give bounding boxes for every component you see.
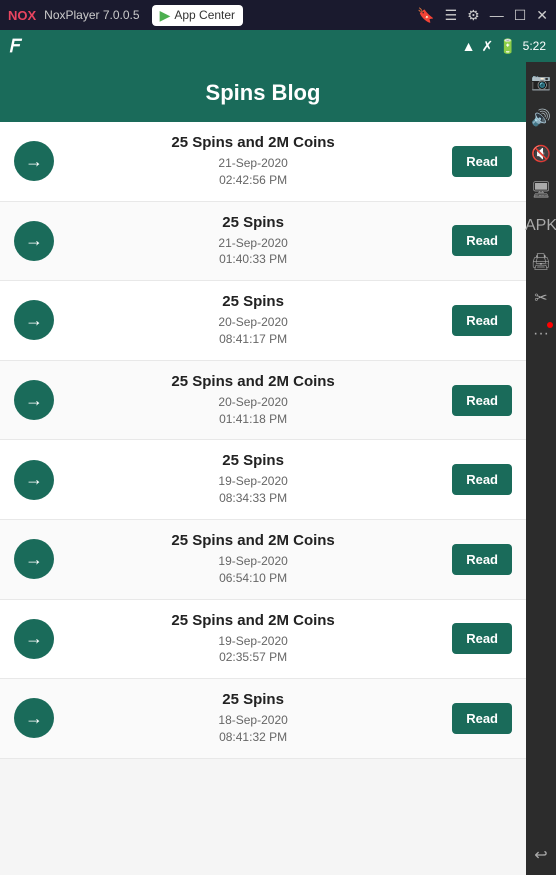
close-button[interactable]: ✕ <box>536 7 548 24</box>
arrow-right-icon: → <box>25 151 43 172</box>
blog-item-date: 19-Sep-202002:35:57 PM <box>68 633 438 667</box>
blog-item-date: 18-Sep-202008:41:32 PM <box>68 712 438 746</box>
blog-list: → 25 Spins and 2M Coins 21-Sep-202002:42… <box>0 122 526 759</box>
back-icon[interactable]: ↩ <box>529 843 553 867</box>
app-center-label: App Center <box>174 8 235 22</box>
blog-item-title: 25 Spins and 2M Coins <box>68 134 438 151</box>
read-button[interactable]: Read <box>452 544 512 575</box>
status-bar-left: 𝐹 <box>10 36 21 57</box>
arrow-right-icon: → <box>25 390 43 411</box>
apk-icon[interactable]: APK <box>529 214 553 238</box>
sim-icon: ✗ <box>481 38 493 55</box>
arrow-circle-button[interactable]: → <box>14 539 54 579</box>
arrow-right-icon: → <box>25 708 43 729</box>
maximize-button[interactable]: ☐ <box>514 7 527 24</box>
blog-item-title: 25 Spins <box>68 452 438 469</box>
arrow-right-icon: → <box>25 628 43 649</box>
volume-mute-icon[interactable]: 🔇 <box>529 142 553 166</box>
blog-item-date: 19-Sep-202006:54:10 PM <box>68 553 438 587</box>
status-bar: 𝐹 ▲ ✗ 🔋 5:22 <box>0 30 556 62</box>
blog-item-title: 25 Spins and 2M Coins <box>68 373 438 390</box>
blog-header: Spins Blog <box>0 62 526 122</box>
blog-item-date: 21-Sep-202001:40:33 PM <box>68 235 438 269</box>
sidebar-bottom: ↩ <box>529 843 553 867</box>
blog-list-item: → 25 Spins 19-Sep-202008:34:33 PM Read <box>0 440 526 520</box>
play-store-icon: ▶ <box>160 7 171 24</box>
read-button[interactable]: Read <box>452 703 512 734</box>
blog-item-date: 21-Sep-202002:42:56 PM <box>68 155 438 189</box>
volume-up-icon[interactable]: 🔊 <box>529 106 553 130</box>
settings-icon[interactable]: ⚙ <box>467 7 480 24</box>
time-display: 5:22 <box>523 39 546 53</box>
arrow-circle-button[interactable]: → <box>14 698 54 738</box>
arrow-circle-button[interactable]: → <box>14 141 54 181</box>
blog-item-date: 19-Sep-202008:34:33 PM <box>68 473 438 507</box>
minimize-button[interactable]: — <box>490 7 504 23</box>
app-center-button[interactable]: ▶ App Center <box>152 5 243 26</box>
blog-item-info: 25 Spins and 2M Coins 19-Sep-202006:54:1… <box>68 532 438 587</box>
display-icon[interactable]: 🖥 <box>529 178 553 202</box>
blog-list-item: → 25 Spins and 2M Coins 21-Sep-202002:42… <box>0 122 526 202</box>
blog-item-date: 20-Sep-202001:41:18 PM <box>68 394 438 428</box>
blog-item-info: 25 Spins and 2M Coins 21-Sep-202002:42:5… <box>68 134 438 189</box>
blog-item-info: 25 Spins and 2M Coins 20-Sep-202001:41:1… <box>68 373 438 428</box>
blog-item-info: 25 Spins 19-Sep-202008:34:33 PM <box>68 452 438 507</box>
print-icon[interactable]: 🖨 <box>529 250 553 274</box>
blog-list-item: → 25 Spins 21-Sep-202001:40:33 PM Read <box>0 202 526 282</box>
app-name-label: NoxPlayer 7.0.0.5 <box>44 8 139 22</box>
read-button[interactable]: Read <box>452 305 512 336</box>
scissors-icon[interactable]: ✂ <box>529 286 553 310</box>
blog-item-title: 25 Spins <box>68 214 438 231</box>
arrow-circle-button[interactable]: → <box>14 300 54 340</box>
blog-item-info: 25 Spins 20-Sep-202008:41:17 PM <box>68 293 438 348</box>
screenshot-icon[interactable]: 📷 <box>529 70 553 94</box>
title-bar: NOX NoxPlayer 7.0.0.5 ▶ App Center 🔖 ☰ ⚙… <box>0 0 556 30</box>
nox-logo: NOX <box>8 8 36 23</box>
status-bar-right: ▲ ✗ 🔋 5:22 <box>462 38 546 55</box>
blog-list-item: → 25 Spins and 2M Coins 19-Sep-202002:35… <box>0 600 526 680</box>
blog-list-item: → 25 Spins and 2M Coins 20-Sep-202001:41… <box>0 361 526 441</box>
blog-item-info: 25 Spins 21-Sep-202001:40:33 PM <box>68 214 438 269</box>
arrow-right-icon: → <box>25 230 43 251</box>
blog-list-item: → 25 Spins 20-Sep-202008:41:17 PM Read <box>0 281 526 361</box>
read-button[interactable]: Read <box>452 464 512 495</box>
arrow-circle-button[interactable]: → <box>14 619 54 659</box>
main-content: Spins Blog → 25 Spins and 2M Coins 21-Se… <box>0 62 526 875</box>
right-sidebar: 📷 🔊 🔇 🖥 APK 🖨 ✂ ··· ↩ <box>526 62 556 875</box>
bookmark-icon[interactable]: 🔖 <box>417 7 434 24</box>
arrow-circle-button[interactable]: → <box>14 380 54 420</box>
window-controls: 🔖 ☰ ⚙ — ☐ ✕ <box>417 7 548 24</box>
blog-item-title: 25 Spins and 2M Coins <box>68 612 438 629</box>
blog-item-info: 25 Spins and 2M Coins 19-Sep-202002:35:5… <box>68 612 438 667</box>
more-options-icon[interactable]: ··· <box>529 322 553 346</box>
blog-list-item: → 25 Spins 18-Sep-202008:41:32 PM Read <box>0 679 526 759</box>
arrow-right-icon: → <box>25 310 43 331</box>
arrow-circle-button[interactable]: → <box>14 460 54 500</box>
blog-list-item: → 25 Spins and 2M Coins 19-Sep-202006:54… <box>0 520 526 600</box>
read-button[interactable]: Read <box>452 385 512 416</box>
read-button[interactable]: Read <box>452 225 512 256</box>
arrow-right-icon: → <box>25 549 43 570</box>
read-button[interactable]: Read <box>452 146 512 177</box>
blog-item-title: 25 Spins <box>68 293 438 310</box>
read-button[interactable]: Read <box>452 623 512 654</box>
blog-item-title: 25 Spins <box>68 691 438 708</box>
brand-logo-icon: 𝐹 <box>10 36 21 57</box>
arrow-circle-button[interactable]: → <box>14 221 54 261</box>
battery-icon: 🔋 <box>499 38 516 55</box>
arrow-right-icon: → <box>25 469 43 490</box>
hamburger-icon[interactable]: ☰ <box>445 7 458 24</box>
blog-item-title: 25 Spins and 2M Coins <box>68 532 438 549</box>
blog-item-info: 25 Spins 18-Sep-202008:41:32 PM <box>68 691 438 746</box>
wifi-icon: ▲ <box>462 38 476 54</box>
blog-title: Spins Blog <box>206 80 321 105</box>
blog-item-date: 20-Sep-202008:41:17 PM <box>68 314 438 348</box>
